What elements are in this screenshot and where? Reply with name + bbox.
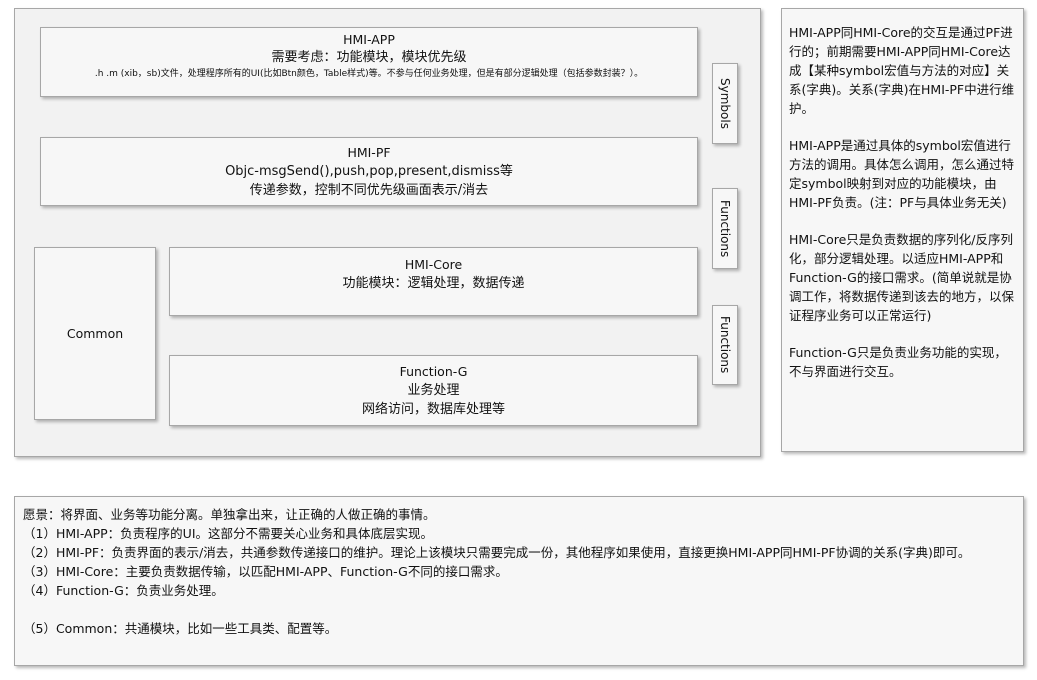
- note-paragraph-2: HMI-APP是通过具体的symbol宏值进行方法的调用。具体怎么调用，怎么通过…: [789, 138, 1015, 210]
- note-paragraph-3: HMI-Core只是负责数据的序列化/反序列化，部分逻辑处理。以适应HMI-AP…: [789, 232, 1015, 323]
- hmi-core-title: HMI-Core: [404, 257, 463, 272]
- summary-item-1: （1）HMI-APP：负责程序的UI。这部分不需要关心业务和具体底层实现。: [23, 526, 434, 541]
- hmi-pf-line-2: 传递参数，控制不同优先级画面表示/消去: [249, 182, 489, 198]
- hmi-app-box: HMI-APP 需要考虑：功能模块，模块优先级 .h .m (xib，sb)文件…: [40, 27, 698, 97]
- note-paragraph-4: Function-G只是负责业务功能的实现，不与界面进行交互。: [789, 345, 1007, 379]
- common-title: Common: [66, 326, 124, 341]
- hmi-pf-line-1: Objc-msgSend(),push,pop,present,dismiss等: [225, 163, 513, 179]
- function-g-box: Function-G 业务处理 网络访问，数据库处理等: [169, 355, 698, 426]
- hmi-app-title: HMI-APP: [343, 32, 395, 47]
- function-g-line-1: 业务处理: [407, 382, 460, 398]
- hmi-app-subtitle: 需要考虑：功能模块，模块优先级: [271, 50, 467, 65]
- functions-tab-upper-label: Functions: [718, 199, 732, 258]
- hmi-pf-box: HMI-PF Objc-msgSend(),push,pop,present,d…: [40, 137, 698, 206]
- summary-item-2: （2）HMI-PF：负责界面的表示/消去，共通参数传递接口的维护。理论上该模块只…: [23, 545, 971, 560]
- functions-tab-upper: Functions: [712, 188, 738, 269]
- function-g-title: Function-G: [399, 363, 468, 379]
- hmi-pf-title: HMI-PF: [347, 144, 391, 160]
- hmi-core-line-1: 功能模块：逻辑处理，数据传递: [342, 276, 525, 291]
- functions-tab-lower-label: Functions: [718, 316, 732, 374]
- common-box: Common: [34, 247, 156, 420]
- summary-item-3: （3）HMI-Core：主要负责数据传输，以匹配HMI-APP、Function…: [23, 564, 508, 579]
- hmi-core-box: HMI-Core 功能模块：逻辑处理，数据传递: [169, 247, 698, 316]
- summary-intro: 愿景：将界面、业务等功能分离。单独拿出来，让正确的人做正确的事情。: [23, 507, 436, 522]
- function-g-line-2: 网络访问，数据库处理等: [361, 401, 505, 417]
- summary-item-4: （4）Function-G：负责业务处理。: [23, 583, 224, 598]
- symbols-tab: Symbols: [712, 63, 738, 144]
- summary-panel: 愿景：将界面、业务等功能分离。单独拿出来，让正确的人做正确的事情。 （1）HMI…: [14, 496, 1024, 666]
- summary-item-5: （5）Common：共通模块，比如一些工具类、配置等。: [23, 621, 338, 636]
- functions-tab-lower: Functions: [712, 305, 738, 385]
- symbols-tab-label: Symbols: [718, 78, 732, 129]
- summary-spacer: [23, 600, 1015, 619]
- hmi-app-detail: .h .m (xib，sb)文件，处理程序所有的UI(比如Btn颜色，Table…: [94, 69, 644, 79]
- note-paragraph-1: HMI-APP同HMI-Core的交互是通过PF进行的；前期需要HMI-APP同…: [789, 25, 1015, 116]
- notes-panel: HMI-APP同HMI-Core的交互是通过PF进行的；前期需要HMI-APP同…: [781, 8, 1024, 452]
